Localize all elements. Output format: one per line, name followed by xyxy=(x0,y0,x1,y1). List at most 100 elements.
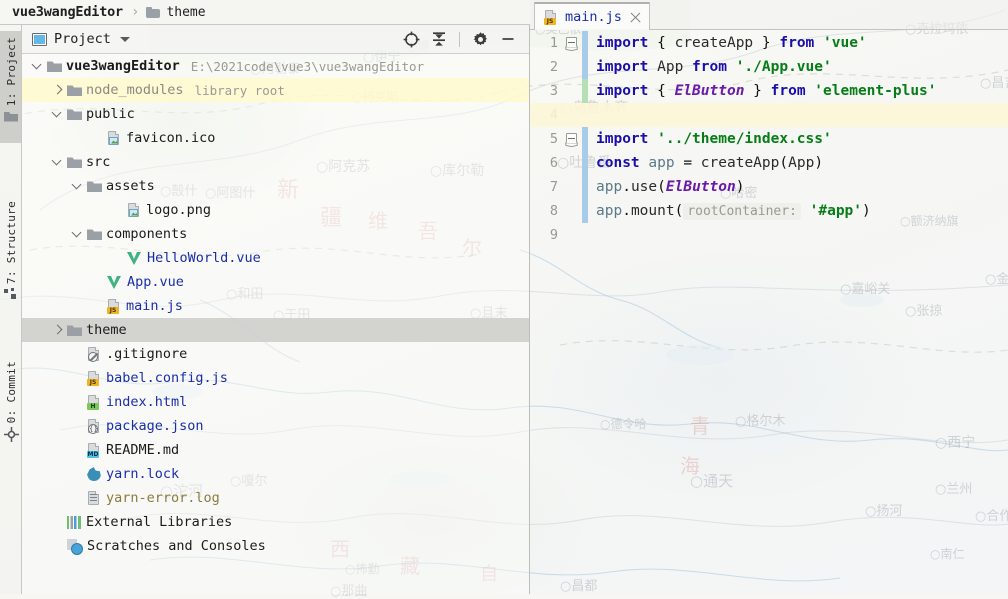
hide-icon[interactable] xyxy=(495,26,521,52)
collapse-all-icon[interactable] xyxy=(426,26,452,52)
tree-row[interactable]: JSmain.js xyxy=(22,294,529,318)
tree-row[interactable]: components xyxy=(22,222,529,246)
code-token: import xyxy=(596,35,648,51)
project-pane-toolbar xyxy=(398,26,529,52)
tree-row[interactable]: theme xyxy=(22,318,529,342)
tree-item-label: babel.config.js xyxy=(106,370,228,386)
tree-row-content: components xyxy=(72,226,187,242)
tree-row[interactable]: public xyxy=(22,102,529,126)
code-editor[interactable]: 123456789 import { createApp } from 'vue… xyxy=(530,31,1008,594)
code-fold-marker[interactable] xyxy=(566,37,577,48)
breadcrumb-current-folder[interactable]: theme xyxy=(166,5,205,20)
code-token: const xyxy=(596,155,640,171)
tree-row[interactable]: HelloWorld.vue xyxy=(22,246,529,270)
tree-row[interactable]: .gitignore xyxy=(22,342,529,366)
tree-row-content: .gitignore xyxy=(72,346,187,362)
folder-icon xyxy=(67,155,81,170)
tree-row[interactable]: vue3wangEditorE:\2021code\vue3\vue3wangE… xyxy=(22,54,529,78)
tree-item-label: public xyxy=(86,106,135,122)
tree-row-content: theme xyxy=(52,322,127,338)
project-file-tree[interactable]: vue3wangEditorE:\2021code\vue3\vue3wangE… xyxy=(22,54,529,594)
chevron-right-icon[interactable] xyxy=(52,84,64,96)
breadcrumb: vue3wangEditor › theme xyxy=(0,0,530,25)
code-line: import { ElButton } from 'element-plus' xyxy=(596,79,1008,103)
line-number: 9 xyxy=(532,223,558,247)
tree-indent-spacer xyxy=(72,468,84,480)
scratches-icon xyxy=(67,539,82,553)
code-token xyxy=(648,83,657,99)
chevron-right-icon[interactable] xyxy=(52,324,64,336)
tree-row[interactable]: MDREADME.md xyxy=(22,438,529,462)
chevron-down-icon[interactable] xyxy=(72,228,84,240)
tree-row[interactable]: favicon.ico xyxy=(22,126,529,150)
code-token: { xyxy=(657,35,666,51)
tree-indent-spacer xyxy=(52,516,64,528)
tree-row[interactable]: yarn-error.log xyxy=(22,486,529,510)
project-tool-window: Project xyxy=(22,25,530,594)
tree-row[interactable]: assets xyxy=(22,174,529,198)
line-number: 3 xyxy=(532,79,558,103)
chevron-down-icon[interactable] xyxy=(52,108,64,120)
folder-icon xyxy=(67,83,81,98)
code-token: app xyxy=(648,155,674,171)
code-token: = xyxy=(675,155,701,171)
code-token: './App.vue' xyxy=(736,59,832,75)
left-tool-window-strip: 1: Project 7: Structure 0: Commit xyxy=(0,25,22,594)
gear-icon[interactable] xyxy=(467,26,493,52)
tree-item-label: vue3wangEditor xyxy=(66,58,180,74)
code-token: ) xyxy=(862,203,871,219)
tree-item-label: HelloWorld.vue xyxy=(147,250,261,266)
image-file-icon xyxy=(127,203,141,218)
tree-item-label: main.js xyxy=(126,298,183,314)
tool-tab-label: 1: Project xyxy=(5,37,18,106)
tree-indent-spacer xyxy=(52,540,64,552)
code-token: . xyxy=(622,179,631,195)
tree-row[interactable]: JSbabel.config.js xyxy=(22,366,529,390)
code-fold-marker[interactable] xyxy=(566,133,577,144)
select-opened-file-icon[interactable] xyxy=(398,26,424,52)
code-token: use xyxy=(631,179,657,195)
tree-item-label: yarn.lock xyxy=(106,466,179,482)
editor-tab-main-js[interactable]: JS main.js xyxy=(534,2,650,30)
chevron-down-icon[interactable] xyxy=(52,156,64,168)
code-token: app xyxy=(596,179,622,195)
tree-item-label: index.html xyxy=(106,394,187,410)
tree-row[interactable]: {}package.json xyxy=(22,414,529,438)
tree-row[interactable]: node_moduleslibrary root xyxy=(22,78,529,102)
tree-row-content: JSmain.js xyxy=(92,298,183,314)
tree-row-content: favicon.ico xyxy=(92,130,215,146)
tree-indent-spacer xyxy=(112,252,124,264)
tree-row[interactable]: Scratches and Consoles xyxy=(22,534,529,558)
tree-row[interactable]: logo.png xyxy=(22,198,529,222)
tree-row[interactable]: External Libraries xyxy=(22,510,529,534)
code-token: createApp xyxy=(666,35,762,51)
code-line: const app = createApp(App) xyxy=(596,151,1008,175)
chevron-down-icon[interactable] xyxy=(120,37,130,42)
tool-tab-project[interactable]: 1: Project xyxy=(0,31,22,143)
tool-tab-structure[interactable]: 7: Structure xyxy=(0,195,22,327)
tree-indent-spacer xyxy=(92,276,104,288)
folder-icon xyxy=(4,110,18,125)
code-token: 'vue' xyxy=(823,35,867,51)
tool-tab-commit[interactable]: 0: Commit xyxy=(0,355,22,457)
code-content[interactable]: import { createApp } from 'vue'import Ap… xyxy=(588,31,1008,594)
tree-indent-spacer xyxy=(92,300,104,312)
tree-row[interactable]: yarn.lock xyxy=(22,462,529,486)
chevron-down-icon[interactable] xyxy=(32,60,44,72)
structure-icon xyxy=(4,288,18,304)
tree-indent-spacer xyxy=(92,132,104,144)
code-token: ( xyxy=(657,179,666,195)
code-token: ) xyxy=(814,155,823,171)
breadcrumb-project-root[interactable]: vue3wangEditor xyxy=(12,4,123,20)
close-icon[interactable] xyxy=(630,12,641,23)
editor-tab-bar: JS main.js xyxy=(530,0,1008,30)
tree-row-content: JSbabel.config.js xyxy=(72,370,228,386)
chevron-down-icon[interactable] xyxy=(72,180,84,192)
tree-row[interactable]: App.vue xyxy=(22,270,529,294)
log-file-icon xyxy=(87,491,101,506)
code-token xyxy=(744,83,753,99)
line-number: 8 xyxy=(532,199,558,223)
tree-row-content: yarn-error.log xyxy=(72,490,220,506)
tree-row[interactable]: src xyxy=(22,150,529,174)
tree-row[interactable]: Hindex.html xyxy=(22,390,529,414)
